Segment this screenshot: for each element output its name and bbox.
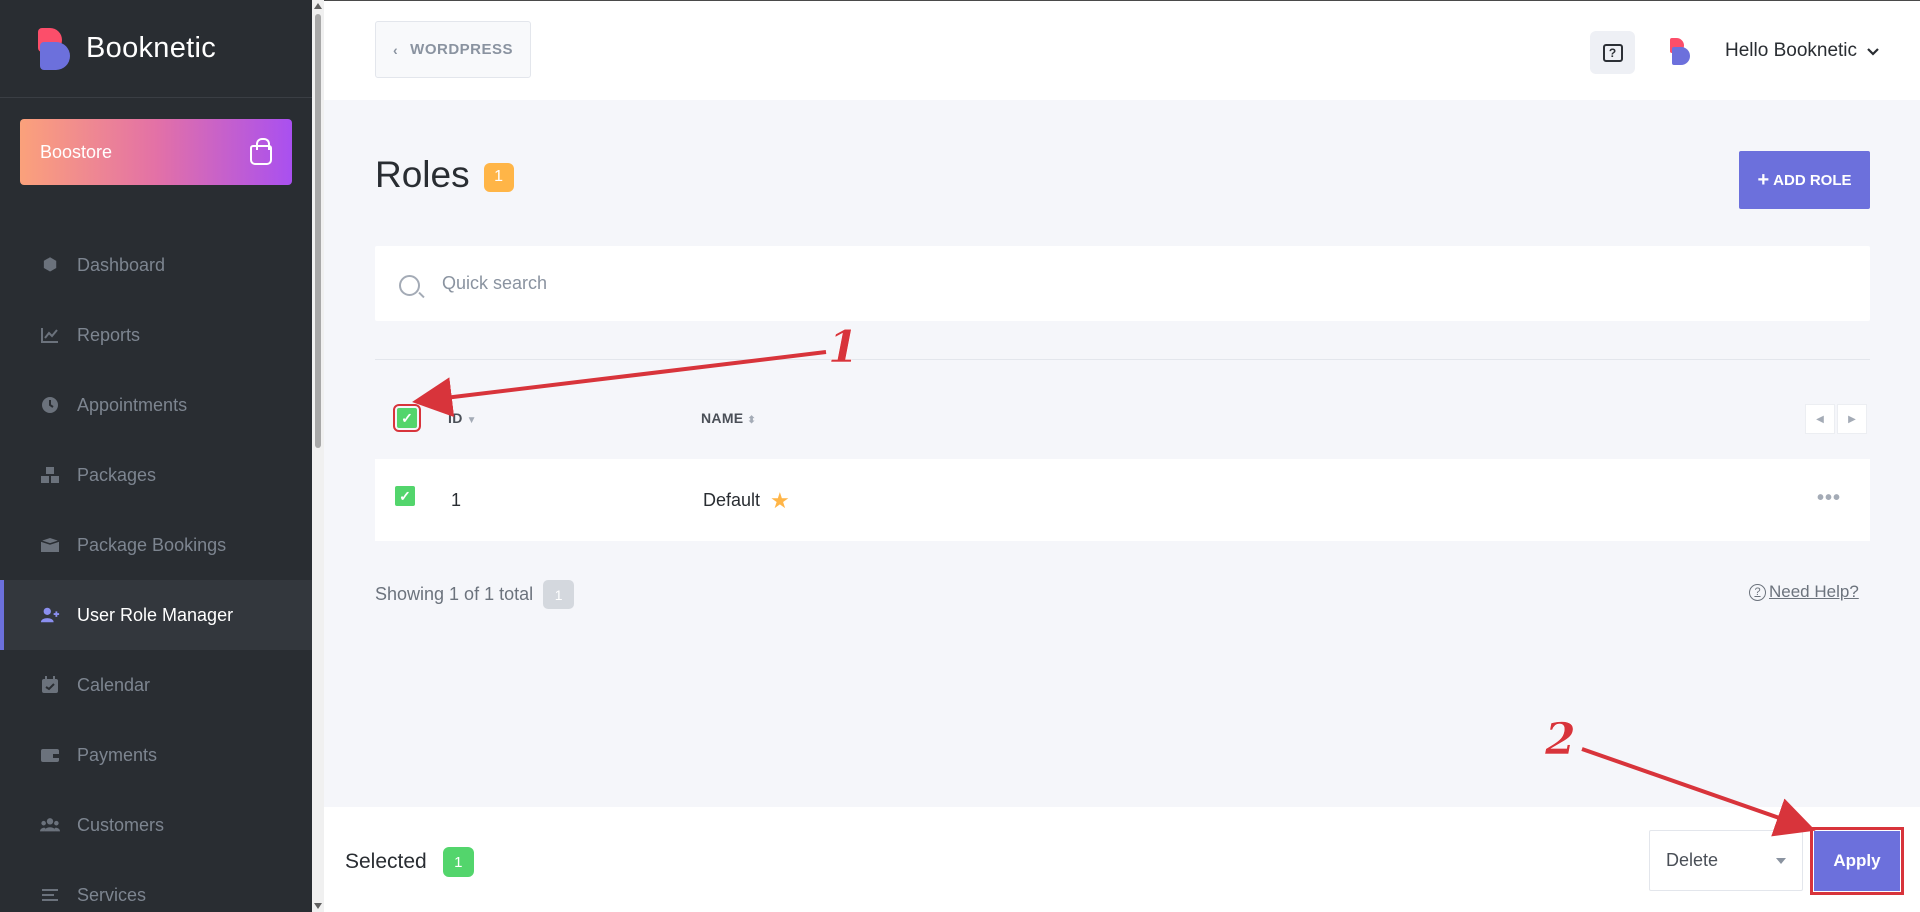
bulk-action-bar: Selected 1 Delete Apply: [324, 807, 1920, 912]
list-icon: [40, 886, 60, 904]
prev-page-button[interactable]: ◀: [1805, 404, 1835, 434]
brand-name: Booknetic: [86, 32, 217, 64]
user-greeting: Hello Booknetic: [1725, 40, 1858, 61]
sidebar-item-payments[interactable]: Payments: [0, 720, 312, 790]
sidebar-scrollbar[interactable]: [312, 0, 324, 912]
brand[interactable]: Booknetic: [0, 0, 312, 98]
more-options-icon[interactable]: •••: [1817, 487, 1841, 510]
cubes-icon: [40, 466, 60, 484]
sidebar-nav: ⬢ Dashboard Reports Appointments Package…: [0, 230, 312, 912]
clock-icon: [40, 396, 60, 414]
sidebar-item-label: Package Bookings: [77, 534, 227, 555]
add-role-button[interactable]: + ADD ROLE: [1739, 151, 1870, 209]
column-header-id-label: ID: [448, 410, 463, 426]
back-to-wordpress-button[interactable]: ‹ WORDPRESS: [375, 21, 531, 78]
page-title: Roles 1: [375, 154, 514, 196]
sidebar-item-label: Payments: [77, 744, 158, 765]
divider: [375, 359, 1870, 360]
sidebar-item-packages[interactable]: Packages: [0, 440, 312, 510]
annotation-label-1: 1: [828, 322, 859, 374]
topbar: ‹ WORDPRESS ? Hello Booknetic: [324, 0, 1920, 100]
help-button[interactable]: ?: [1590, 31, 1635, 74]
column-header-name-label: NAME: [701, 410, 744, 426]
annotation-label-2: 2: [1545, 714, 1576, 766]
sidebar-item-user-role-manager[interactable]: User Role Manager: [0, 580, 312, 650]
total-badge: 1: [543, 580, 575, 609]
need-help-label: Need Help?: [1769, 582, 1859, 601]
bulk-action-value: Delete: [1666, 850, 1719, 870]
sidebar-item-label: Packages: [77, 464, 157, 485]
selected-count-badge: 1: [442, 847, 474, 877]
apply-button[interactable]: Apply: [1810, 827, 1904, 895]
sidebar-item-package-bookings[interactable]: Package Bookings: [0, 510, 312, 580]
scroll-down-icon[interactable]: [314, 903, 322, 909]
column-header-name[interactable]: NAME ⬍: [701, 410, 756, 426]
user-plus-icon: [40, 606, 60, 624]
booknetic-logo-icon: [38, 27, 72, 70]
add-role-label: ADD ROLE: [1773, 171, 1852, 189]
sort-desc-icon: ▼: [466, 415, 477, 426]
showing-text: Showing 1 of 1 total: [375, 584, 534, 604]
back-label: WORDPRESS: [410, 41, 513, 58]
star-icon: ★: [770, 487, 790, 513]
row-name: Default: [703, 490, 761, 510]
sort-icon: ⬍: [747, 415, 757, 426]
box-open-icon: [40, 536, 60, 554]
search-input[interactable]: [442, 273, 1742, 294]
sidebar-item-label: Customers: [77, 814, 165, 835]
sidebar-item-appointments[interactable]: Appointments: [0, 370, 312, 440]
calendar-check-icon: [40, 676, 60, 694]
bulk-action-select[interactable]: Delete: [1649, 830, 1803, 891]
boostore-button[interactable]: Boostore: [20, 119, 292, 185]
selected-label: Selected: [345, 850, 427, 873]
sidebar-item-label: Dashboard: [77, 254, 166, 275]
caret-left-icon: ◀: [1816, 413, 1824, 425]
sidebar-item-label: Appointments: [77, 394, 188, 415]
user-avatar[interactable]: [1670, 38, 1692, 65]
row-id: 1: [451, 490, 462, 510]
boostore-label: Boostore: [40, 141, 113, 162]
table-header: ✓ ID ▼ NAME ⬍ ◀ ▶: [375, 400, 1870, 440]
chevron-left-icon: ‹: [392, 41, 399, 58]
need-help-link[interactable]: ? Need Help?: [1749, 582, 1859, 602]
sidebar-item-label: User Role Manager: [77, 604, 234, 625]
shopping-bag-icon: [250, 138, 272, 165]
users-icon: [40, 816, 60, 834]
scroll-thumb[interactable]: [315, 14, 321, 448]
sidebar-item-reports[interactable]: Reports: [0, 300, 312, 370]
sidebar-item-label: Services: [77, 884, 147, 905]
roles-count-badge: 1: [483, 162, 514, 192]
search-icon: [399, 275, 420, 296]
sidebar-item-customers[interactable]: Customers: [0, 790, 312, 860]
caret-down-icon: [1776, 857, 1786, 864]
user-menu[interactable]: Hello Booknetic: [1725, 40, 1879, 62]
sidebar-item-dashboard[interactable]: ⬢ Dashboard: [0, 230, 312, 300]
caret-right-icon: ▶: [1848, 413, 1856, 425]
wallet-icon: [40, 746, 60, 764]
chevron-down-icon: [1867, 43, 1879, 59]
next-page-button[interactable]: ▶: [1837, 404, 1867, 434]
scroll-up-icon[interactable]: [314, 3, 322, 9]
row-checkbox[interactable]: ✓: [395, 486, 415, 506]
sidebar-item-calendar[interactable]: Calendar: [0, 650, 312, 720]
sidebar-item-label: Reports: [77, 324, 141, 345]
search-box: [375, 246, 1870, 321]
table-row[interactable]: ✓ 1 Default ★ •••: [375, 459, 1870, 541]
question-circle-icon: ?: [1749, 583, 1766, 601]
chart-line-icon: [40, 326, 60, 344]
page-title-text: Roles: [375, 154, 470, 195]
pagination-info: Showing 1 of 1 total 1: [375, 580, 575, 609]
question-message-icon: ?: [1602, 43, 1623, 62]
row-name-cell: Default ★: [703, 487, 790, 513]
plus-icon: +: [1757, 168, 1770, 191]
selected-info: Selected 1: [345, 847, 474, 877]
cube-icon: ⬢: [42, 255, 58, 274]
sidebar: Booknetic Boostore ⬢ Dashboard Reports A…: [0, 0, 312, 912]
column-header-id[interactable]: ID ▼: [448, 410, 477, 426]
sidebar-item-label: Calendar: [77, 674, 151, 695]
select-all-checkbox[interactable]: ✓: [393, 404, 421, 432]
sidebar-item-services[interactable]: Services: [0, 860, 312, 912]
